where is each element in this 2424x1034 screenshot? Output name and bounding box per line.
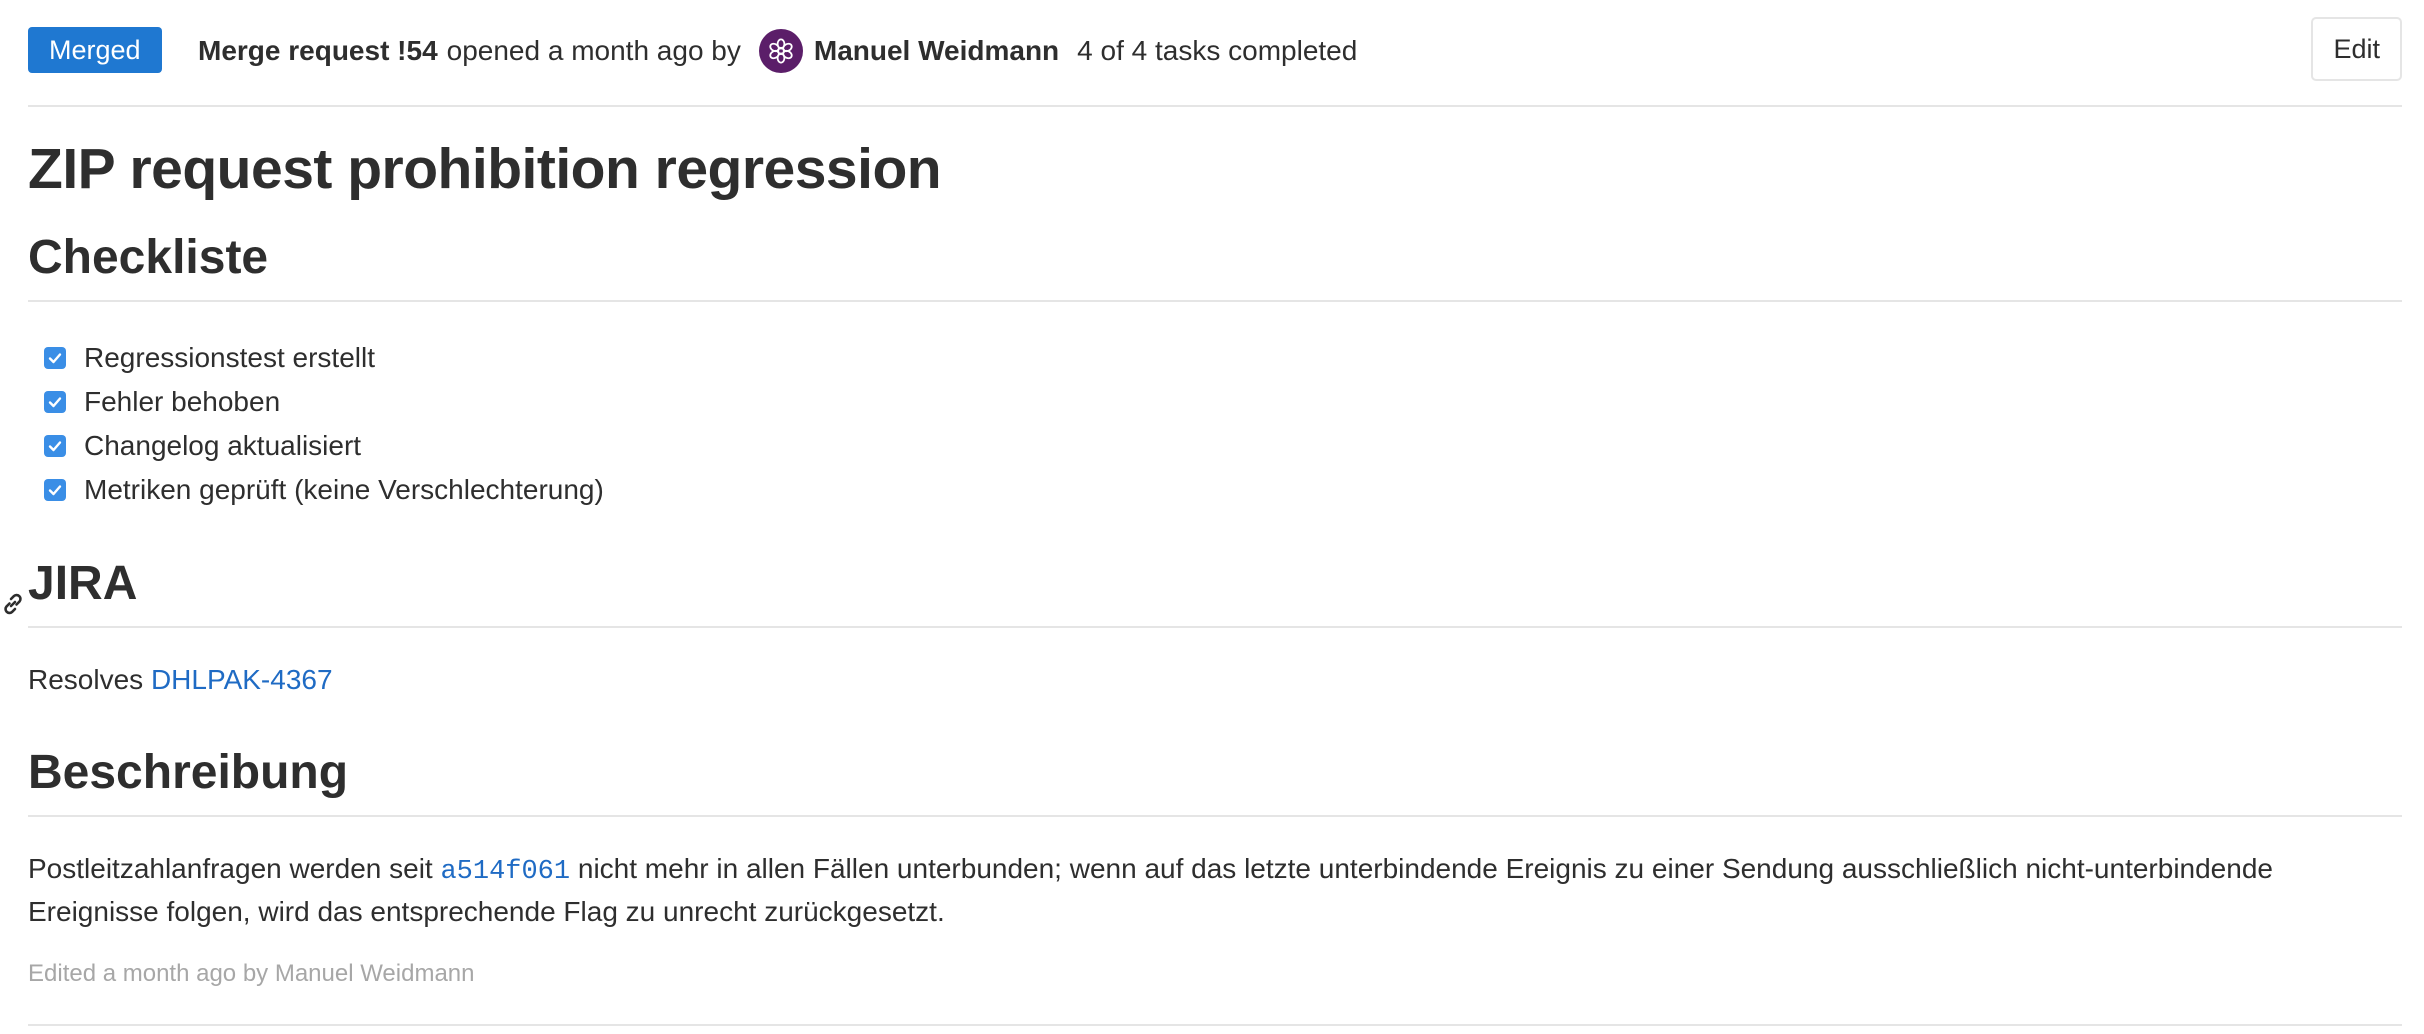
status-badge: Merged <box>28 27 162 73</box>
section-heading-beschreibung: Beschreibung <box>28 745 2402 817</box>
description-text: Postleitzahlanfragen werden seit a514f06… <box>28 849 2328 932</box>
link-icon[interactable] <box>0 574 26 615</box>
description-text-before: Postleitzahlanfragen werden seit <box>28 853 433 884</box>
task-checkbox[interactable] <box>44 347 66 369</box>
task-label: Fehler behoben <box>84 386 281 417</box>
task-checkbox[interactable] <box>44 391 66 413</box>
flower-avatar-icon <box>769 38 793 64</box>
checkmark-icon <box>48 397 62 408</box>
page-title: ZIP request prohibition regression <box>28 137 942 201</box>
task-checkbox[interactable] <box>44 479 66 501</box>
checkmark-icon <box>48 441 62 452</box>
task-checkbox[interactable] <box>44 435 66 457</box>
jira-resolves: Resolves DHLPAK-4367 <box>28 660 333 700</box>
checkmark-icon <box>48 353 62 364</box>
task-item: Metriken geprüft (keine Verschlechterung… <box>44 468 604 512</box>
divider <box>28 1024 2402 1026</box>
mr-header: Merged Merge request !54 opened a month … <box>28 0 2402 107</box>
task-label: Metriken geprüft (keine Verschlechterung… <box>84 474 604 505</box>
section-heading-checkliste: Checkliste <box>28 230 2402 302</box>
mr-reference: Merge request !54 <box>198 35 438 66</box>
opened-text: opened a month ago by <box>446 35 741 66</box>
edited-note: Edited a month ago by Manuel Weidmann <box>28 960 475 987</box>
tasks-status: 4 of 4 tasks completed <box>1077 35 1358 66</box>
avatar[interactable] <box>758 29 803 73</box>
jira-issue-link[interactable]: DHLPAK-4367 <box>151 664 333 695</box>
resolves-prefix: Resolves <box>28 664 144 695</box>
task-item: Changelog aktualisiert <box>44 424 604 468</box>
mr-meta: Merge request !54 opened a month ago by <box>198 28 1357 74</box>
task-list: Regressionstest erstellt Fehler behoben … <box>44 336 604 512</box>
task-item: Regressionstest erstellt <box>44 336 604 380</box>
merge-request-page: Merged Merge request !54 opened a month … <box>4 0 2402 1026</box>
edit-button[interactable]: Edit <box>2311 17 2402 81</box>
checkmark-icon <box>48 485 62 496</box>
section-heading-jira: JIRA <box>4 556 2402 628</box>
task-label: Regressionstest erstellt <box>84 342 376 373</box>
commit-link[interactable]: a514f061 <box>440 857 570 887</box>
section-heading-label: JIRA <box>28 557 138 610</box>
task-label: Changelog aktualisiert <box>84 430 362 461</box>
author-link[interactable]: Manuel Weidmann <box>814 35 1059 67</box>
task-item: Fehler behoben <box>44 380 604 424</box>
